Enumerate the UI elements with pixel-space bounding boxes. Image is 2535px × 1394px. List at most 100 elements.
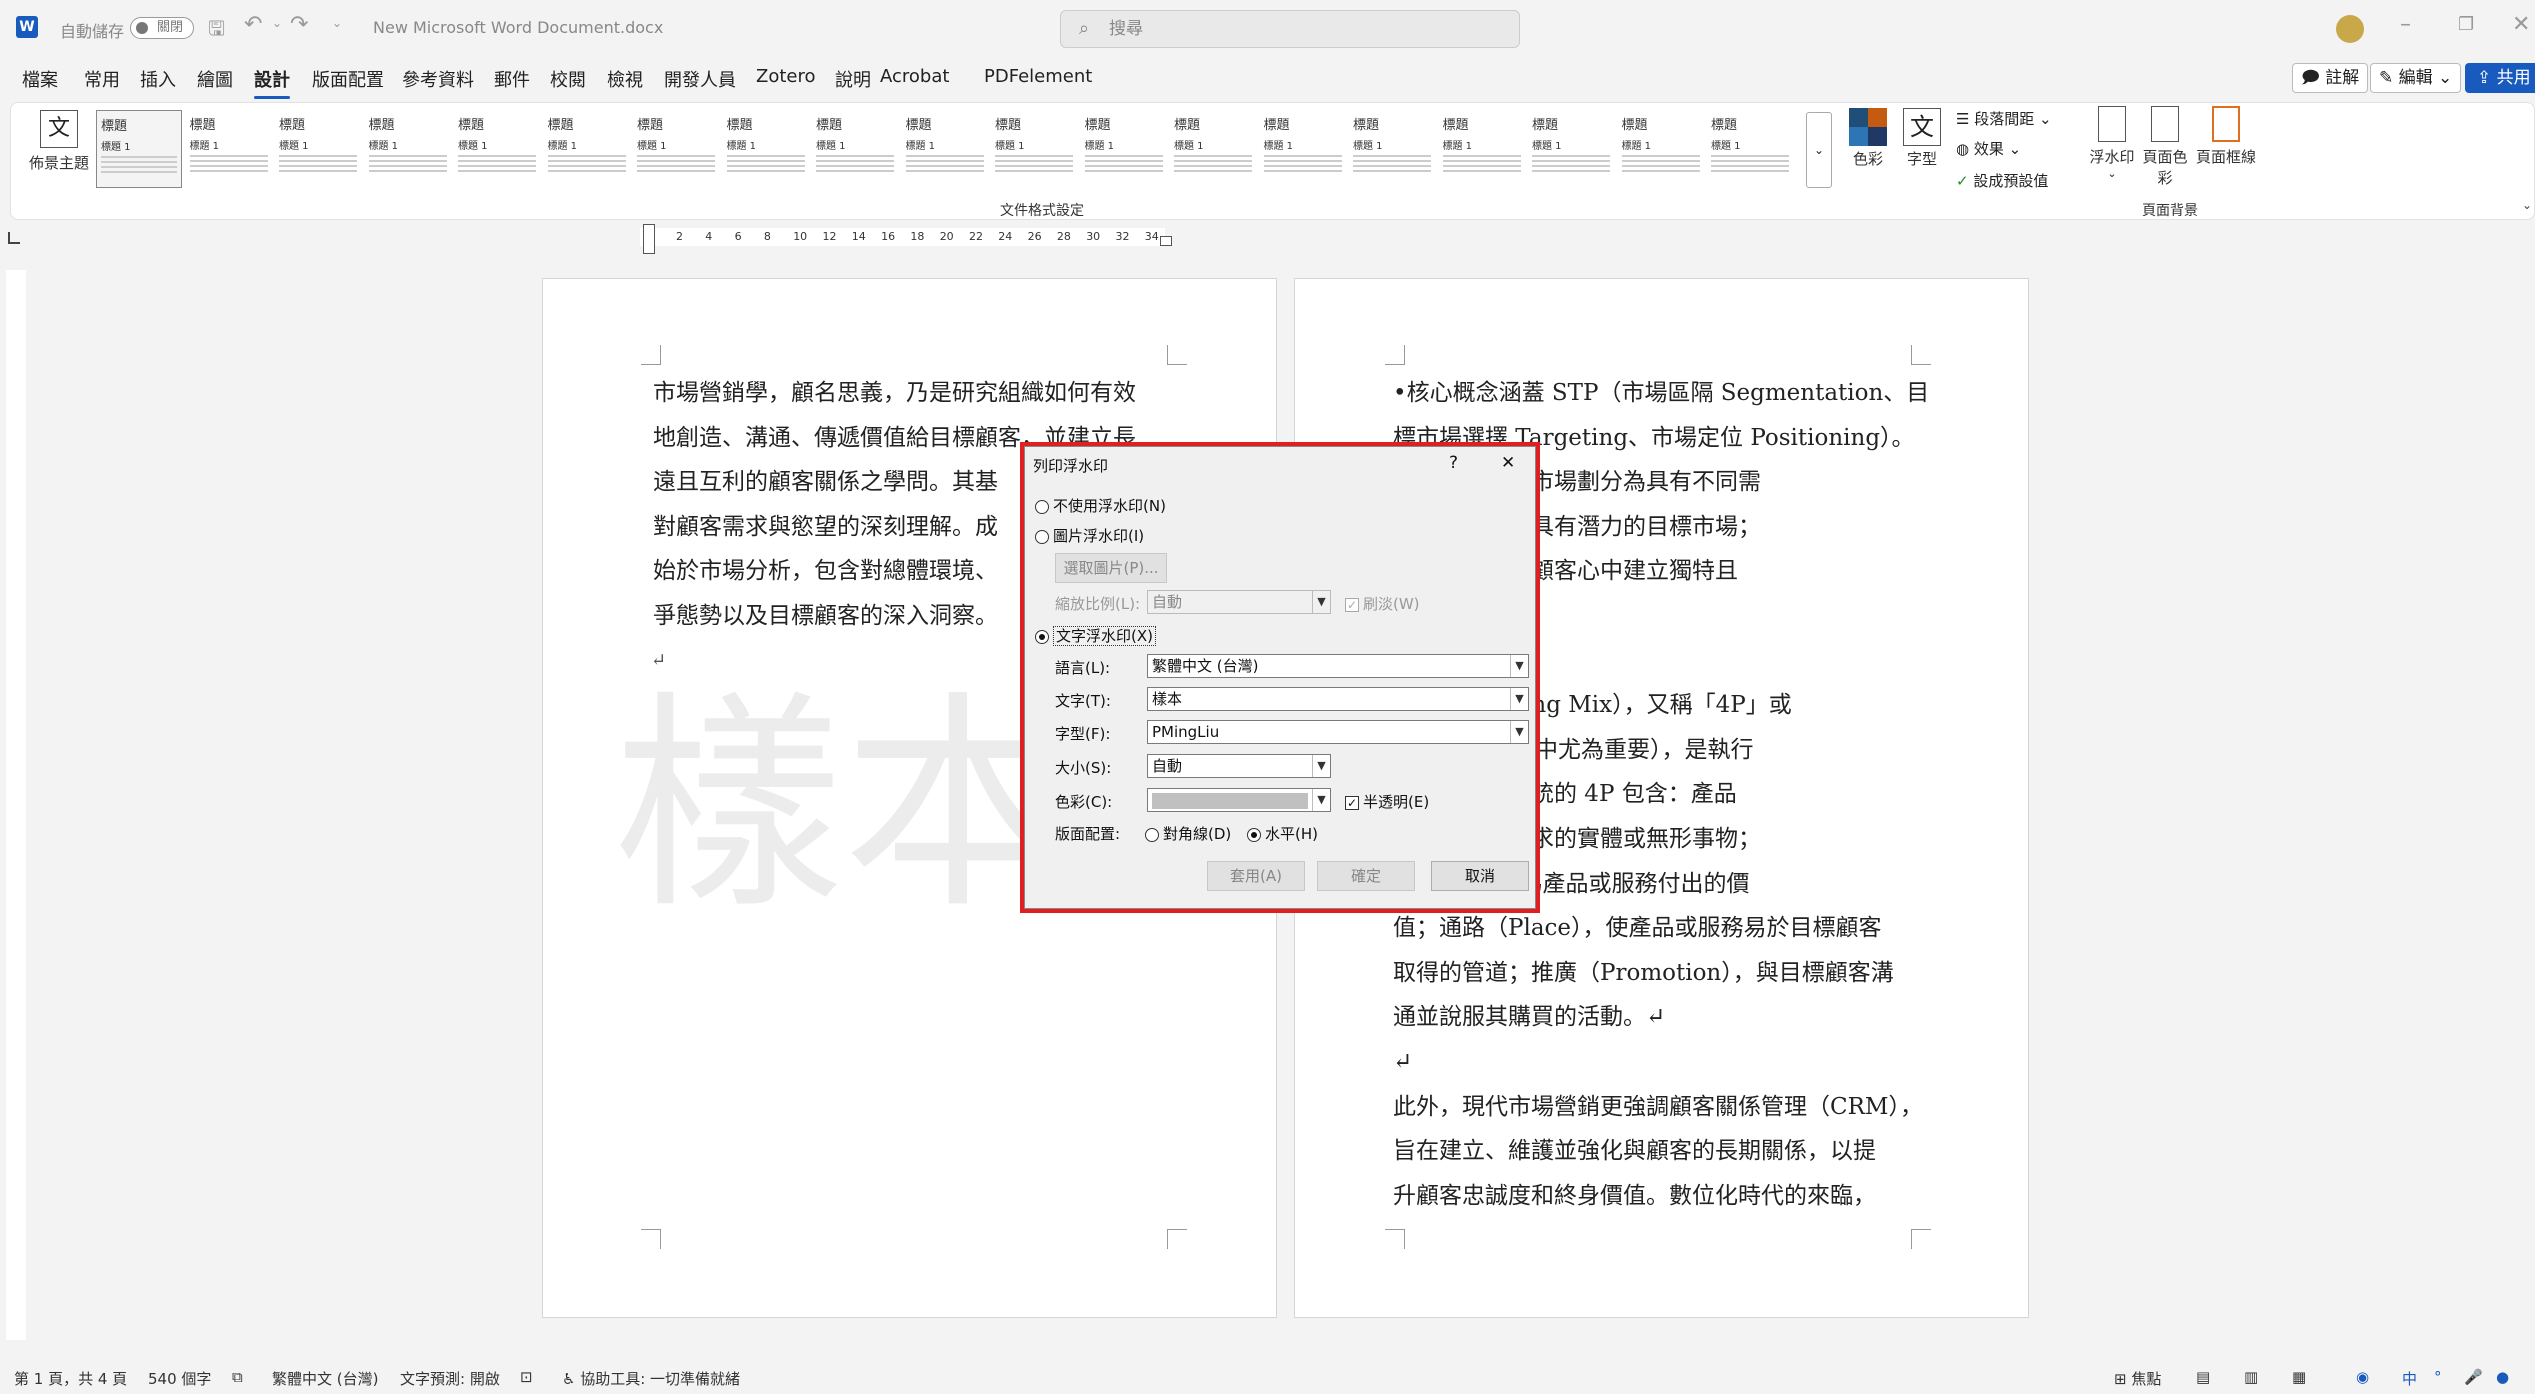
text-watermark-option[interactable]: 文字浮水印(X) [1035, 625, 1156, 646]
menu-tab[interactable]: Zotero [756, 66, 816, 87]
color-select[interactable]: ▼ [1147, 788, 1331, 812]
proofing-icon[interactable]: ⧉ [232, 1368, 243, 1386]
text-prediction-status[interactable]: 文字預測: 開啟 [400, 1368, 500, 1389]
menu-tab[interactable]: 檔案 [22, 66, 58, 92]
read-mode-icon[interactable]: ▤ [2196, 1368, 2210, 1386]
horizontal-option[interactable]: 水平(H) [1247, 823, 1318, 844]
style-set-thumbnail[interactable]: 標題 標題 1 [454, 110, 540, 188]
menu-tab[interactable]: 郵件 [494, 66, 530, 92]
ruler-tab-selector[interactable] [8, 232, 20, 244]
share-button[interactable]: ⇪ 共用 [2465, 63, 2535, 93]
search-box[interactable]: ⌕ 搜尋 [1060, 10, 1520, 48]
redo-icon[interactable]: ↷ [290, 12, 308, 37]
accessibility-status[interactable]: ♿ 協助工具: 一切準備就緒 [562, 1368, 740, 1389]
menu-tab[interactable]: 校閱 [550, 66, 586, 92]
style-set-thumbnail[interactable]: 標題 標題 1 [633, 110, 719, 188]
horizontal-ruler[interactable]: 2 4 6 8 10 12 14 16 18 20 22 24 26 28 30 32 34 [640, 228, 1165, 246]
style-set-thumbnail[interactable]: 標題 標題 1 [901, 110, 988, 188]
macro-icon[interactable]: ⊡ [520, 1368, 533, 1386]
style-set-thumbnail[interactable]: 標題 標題 1 [1349, 110, 1435, 188]
style-set-thumbnail[interactable]: 標題 標題 1 [364, 110, 451, 188]
autosave-toggle[interactable]: 關閉 [130, 17, 194, 39]
scale-select[interactable]: 自動 ▼ [1147, 590, 1331, 614]
word-count[interactable]: 540 個字 [148, 1368, 211, 1389]
comment-button[interactable]: 🗩 註解 [2292, 63, 2369, 93]
menu-tab[interactable]: Acrobat [880, 66, 949, 87]
menu-tab[interactable]: 說明 [835, 66, 871, 92]
cancel-button[interactable]: 取消 [1431, 861, 1529, 891]
close-window-icon[interactable]: ✕ [2512, 12, 2530, 37]
style-set-thumbnail[interactable]: 標題 標題 1 [1617, 110, 1704, 188]
style-set-thumbnail[interactable]: 標題 標題 1 [1170, 110, 1256, 188]
right-indent-marker[interactable] [1160, 236, 1172, 246]
menu-tab[interactable]: 常用 [84, 66, 120, 92]
menu-tab[interactable]: PDFelement [984, 66, 1092, 87]
undo-icon[interactable]: ↶ [244, 12, 262, 37]
diagonal-radio[interactable] [1145, 827, 1159, 842]
effects-button[interactable]: ◍ 效果 ⌄ [1956, 138, 2021, 159]
style-set-thumbnail[interactable]: 標題 標題 1 [185, 110, 272, 188]
style-set-thumbnail[interactable]: 標題 標題 1 [1080, 110, 1167, 188]
menu-tab[interactable]: 檢視 [607, 66, 643, 92]
ime-mode[interactable]: 中 [2402, 1368, 2417, 1389]
save-icon[interactable]: 🖫 [208, 14, 225, 48]
customize-toolbar-icon[interactable]: ⌄ [332, 16, 342, 30]
style-set-thumbnail[interactable]: 標題 標題 1 [275, 110, 361, 188]
select-picture-button[interactable]: 選取圖片(P)... [1055, 553, 1167, 583]
style-set-thumbnail[interactable]: 標題 標題 1 [96, 110, 182, 188]
avatar[interactable] [2336, 15, 2364, 43]
text-watermark-radio[interactable] [1035, 629, 1049, 644]
style-set-thumbnail[interactable]: 標題 標題 1 [722, 110, 809, 188]
menu-tab[interactable]: 插入 [140, 66, 176, 92]
style-set-thumbnail[interactable]: 標題 標題 1 [1707, 110, 1793, 188]
semitransparent-checkbox[interactable]: ✓ [1345, 795, 1359, 810]
left-indent-marker[interactable] [643, 224, 655, 254]
vertical-ruler[interactable] [6, 270, 26, 1340]
text-select[interactable]: 樣本 ▼ [1147, 687, 1529, 711]
fonts-button[interactable]: 文 字型 [1900, 108, 1944, 188]
style-set-thumbnail[interactable]: 標題 標題 1 [1259, 110, 1346, 188]
themes-button[interactable]: 文 佈景主題 [24, 108, 94, 188]
edit-mode-button[interactable]: ✎ 編輯 ⌄ [2370, 63, 2462, 93]
microphone-icon[interactable]: 🎤 [2464, 1368, 2483, 1386]
watermark-button[interactable]: 浮水印 ⌄ [2088, 106, 2136, 186]
collapse-ribbon-icon[interactable]: ⌄ [2522, 198, 2532, 212]
focus-mode-button[interactable]: ⊞ 焦點 [2114, 1368, 2161, 1389]
semitransparent-option[interactable]: ✓ 半透明(E) [1345, 791, 1429, 812]
document-title[interactable]: New Microsoft Word Document.docx [373, 18, 663, 37]
restore-icon[interactable]: ❐ [2458, 14, 2474, 35]
washout-option[interactable]: ✓ 刷淡(W) [1345, 593, 1420, 614]
page-count[interactable]: 第 1 頁，共 4 頁 [14, 1368, 127, 1389]
language-status[interactable]: 繁體中文 (台灣) [272, 1368, 378, 1389]
style-set-thumbnail[interactable]: 標題 標題 1 [1528, 110, 1614, 188]
style-set-thumbnail[interactable]: 標題 標題 1 [812, 110, 898, 188]
font-select[interactable]: PMingLiu ▼ [1147, 720, 1529, 744]
apply-button[interactable]: 套用(A) [1207, 861, 1305, 891]
menu-tab[interactable]: 參考資料 [402, 66, 474, 92]
style-set-thumbnail[interactable]: 標題 標題 1 [991, 110, 1077, 188]
word-app-icon[interactable]: W [16, 16, 38, 38]
ok-button[interactable]: 確定 [1317, 861, 1415, 891]
ime-indicator-icon[interactable]: ◉ [2356, 1368, 2369, 1386]
web-layout-icon[interactable]: ▦ [2292, 1368, 2306, 1386]
print-layout-icon[interactable]: ▥ [2244, 1368, 2258, 1386]
menu-tab[interactable]: 版面配置 [312, 66, 384, 92]
settings-icon[interactable]: ° [2434, 1368, 2442, 1386]
horizontal-radio[interactable] [1247, 827, 1261, 842]
picture-watermark-radio[interactable] [1035, 529, 1049, 544]
undo-dropdown-icon[interactable]: ⌄ [272, 16, 282, 30]
close-icon[interactable]: ✕ [1501, 453, 1515, 473]
paragraph-spacing-button[interactable]: ☰ 段落間距 ⌄ [1956, 108, 2052, 129]
no-watermark-option[interactable]: 不使用浮水印(N) [1035, 495, 1166, 516]
style-set-thumbnail[interactable]: 標題 標題 1 [1438, 110, 1525, 188]
colors-button[interactable]: 色彩 [1846, 108, 1890, 188]
user-icon[interactable]: ● [2496, 1368, 2509, 1386]
menu-tab[interactable]: 設計 [254, 66, 290, 99]
page-borders-button[interactable]: 頁面框線 [2196, 106, 2256, 186]
diagonal-option[interactable]: 對角線(D) [1145, 823, 1231, 844]
menu-tab[interactable]: 開發人員 [664, 66, 736, 92]
size-select[interactable]: 自動 ▼ [1147, 754, 1331, 778]
washout-checkbox[interactable]: ✓ [1345, 597, 1359, 612]
style-set-thumbnail[interactable]: 標題 標題 1 [543, 110, 630, 188]
set-default-button[interactable]: ✓ 設成預設值 [1956, 170, 2048, 191]
